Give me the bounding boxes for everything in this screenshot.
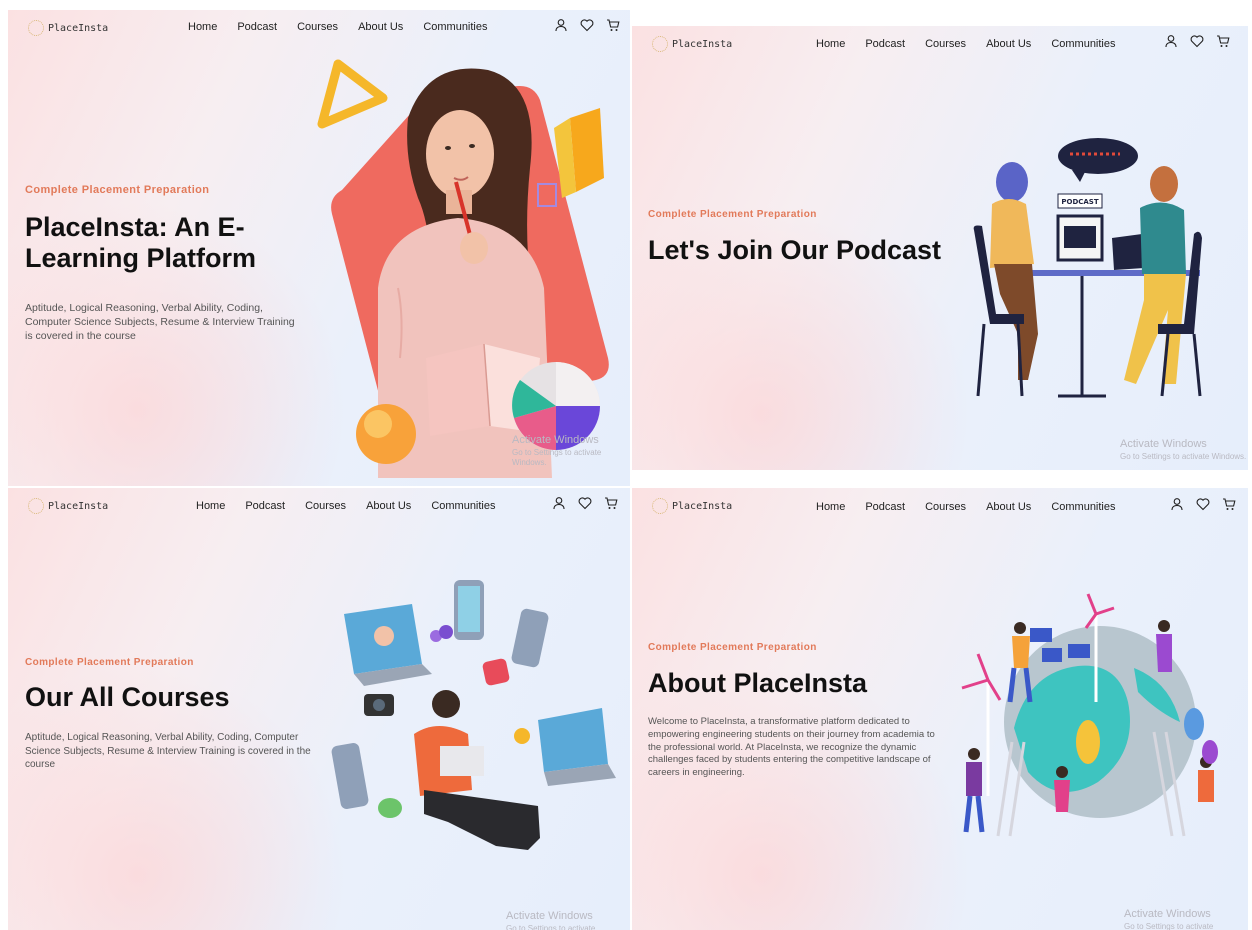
tagline: Complete Placement Preparation xyxy=(648,642,817,653)
nav-courses[interactable]: Courses xyxy=(297,21,338,33)
hero-headline-line-1: PlaceInsta: An E- xyxy=(25,212,245,242)
courses-screenshot: PlaceInsta Home Podcast Courses About Us… xyxy=(8,488,630,930)
nav-home[interactable]: Home xyxy=(196,500,225,512)
navbar: PlaceInsta Home Podcast Courses About Us… xyxy=(632,488,1248,522)
nav-podcast[interactable]: Podcast xyxy=(245,500,285,512)
about-description: Welcome to PlaceInsta, a transformative … xyxy=(648,716,935,779)
about-screenshot: PlaceInsta Home Podcast Courses About Us… xyxy=(632,488,1248,930)
hero-headline: PlaceInsta: An E- Learning Platform xyxy=(25,212,256,274)
nav-icons xyxy=(1164,34,1230,48)
nav-courses[interactable]: Courses xyxy=(925,501,966,513)
student-illustration xyxy=(317,59,609,478)
watermark-title: Activate Windows xyxy=(512,434,599,446)
navbar: PlaceInsta Home Podcast Courses About Us… xyxy=(8,488,630,522)
nav-communities[interactable]: Communities xyxy=(423,21,487,33)
heart-icon[interactable] xyxy=(1196,497,1210,511)
nav-home[interactable]: Home xyxy=(188,21,217,33)
nav-about-us[interactable]: About Us xyxy=(358,21,403,33)
nav-podcast[interactable]: Podcast xyxy=(865,38,905,50)
courses-description: Aptitude, Logical Reasoning, Verbal Abil… xyxy=(25,732,311,770)
nav-links: Home Podcast Courses About Us Communitie… xyxy=(188,21,488,33)
logo-text: PlaceInsta xyxy=(672,38,733,50)
podcast-screenshot: PlaceInsta Home Podcast Courses About Us… xyxy=(632,26,1248,470)
cart-icon[interactable] xyxy=(606,18,620,32)
nav-icons xyxy=(552,496,618,510)
cart-icon[interactable] xyxy=(604,496,618,510)
tagline: Complete Placement Preparation xyxy=(25,657,194,668)
nav-courses[interactable]: Courses xyxy=(925,38,966,50)
logo-icon xyxy=(652,36,668,52)
nav-about-us[interactable]: About Us xyxy=(986,38,1031,50)
nav-home[interactable]: Home xyxy=(816,501,845,513)
logo-icon xyxy=(28,20,44,36)
podcast-illustration: PODCAST xyxy=(973,138,1202,398)
logo[interactable]: PlaceInsta xyxy=(28,498,108,514)
logo-icon xyxy=(28,498,44,514)
nav-about-us[interactable]: About Us xyxy=(986,501,1031,513)
watermark-title: Activate Windows xyxy=(1124,908,1211,920)
tagline: Complete Placement Preparation xyxy=(648,209,817,220)
navbar: PlaceInsta Home Podcast Courses About Us… xyxy=(8,10,630,44)
logo-text: PlaceInsta xyxy=(672,500,733,512)
home-screenshot: PlaceInsta Home Podcast Courses About Us… xyxy=(8,10,630,486)
user-icon[interactable] xyxy=(554,18,568,32)
hero-headline-line-2: Learning Platform xyxy=(25,243,257,274)
nav-home[interactable]: Home xyxy=(816,38,845,50)
logo[interactable]: PlaceInsta xyxy=(652,498,732,514)
about-illustration xyxy=(961,593,1218,837)
cart-icon[interactable] xyxy=(1222,497,1236,511)
nav-courses[interactable]: Courses xyxy=(305,500,346,512)
user-icon[interactable] xyxy=(1164,34,1178,48)
nav-about-us[interactable]: About Us xyxy=(366,500,411,512)
courses-headline: Our All Courses xyxy=(25,682,230,712)
watermark-subtitle: Go to Settings to activate Windows. xyxy=(1124,921,1214,930)
logo-icon xyxy=(652,498,668,514)
tagline: Complete Placement Preparation xyxy=(25,184,210,196)
navbar: PlaceInsta Home Podcast Courses About Us… xyxy=(632,26,1248,60)
hero-description: Aptitude, Logical Reasoning, Verbal Abil… xyxy=(25,302,295,343)
podcast-sign-text: PODCAST xyxy=(1061,198,1098,206)
watermark-title: Activate Windows xyxy=(506,910,593,922)
windows-watermark: Activate Windows Go to Settings to activ… xyxy=(1124,908,1248,930)
nav-icons xyxy=(554,18,620,32)
windows-watermark: Activate Windows Go to Settings to activ… xyxy=(1120,438,1246,462)
heart-icon[interactable] xyxy=(580,18,594,32)
nav-links: Home Podcast Courses About Us Communitie… xyxy=(196,500,496,512)
watermark-subtitle: Go to Settings to activate Windows. xyxy=(512,447,602,467)
cart-icon[interactable] xyxy=(1216,34,1230,48)
nav-links: Home Podcast Courses About Us Communitie… xyxy=(816,501,1116,513)
heart-icon[interactable] xyxy=(578,496,592,510)
about-headline: About PlaceInsta xyxy=(648,668,868,698)
nav-podcast[interactable]: Podcast xyxy=(865,501,905,513)
logo[interactable]: PlaceInsta xyxy=(28,20,108,36)
nav-podcast[interactable]: Podcast xyxy=(237,21,277,33)
podcast-headline: Let's Join Our Podcast xyxy=(648,235,941,265)
courses-illustration xyxy=(331,580,616,850)
nav-icons xyxy=(1170,497,1236,511)
nav-links: Home Podcast Courses About Us Communitie… xyxy=(816,38,1116,50)
logo-text: PlaceInsta xyxy=(48,500,109,512)
user-icon[interactable] xyxy=(552,496,566,510)
watermark-subtitle: Go to Settings to activate Windows. xyxy=(1120,451,1247,461)
logo-text: PlaceInsta xyxy=(48,22,109,34)
windows-watermark: Activate Windows Go to Settings to activ… xyxy=(506,910,630,930)
nav-communities[interactable]: Communities xyxy=(431,500,495,512)
windows-watermark: Activate Windows Go to Settings to activ… xyxy=(512,434,630,468)
logo[interactable]: PlaceInsta xyxy=(652,36,732,52)
watermark-title: Activate Windows xyxy=(1120,438,1207,450)
watermark-subtitle: Go to Settings to activate Windows. xyxy=(506,923,596,930)
heart-icon[interactable] xyxy=(1190,34,1204,48)
user-icon[interactable] xyxy=(1170,497,1184,511)
nav-communities[interactable]: Communities xyxy=(1051,38,1115,50)
nav-communities[interactable]: Communities xyxy=(1051,501,1115,513)
